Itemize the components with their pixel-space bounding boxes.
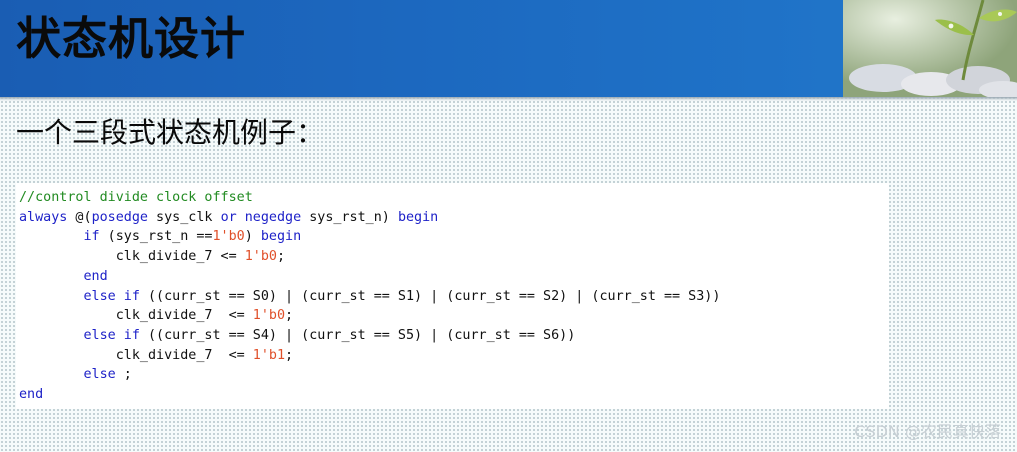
code-text: ; (285, 308, 294, 324)
header-bar: 状态机设计 (0, 0, 1017, 97)
header-divider (0, 97, 1017, 101)
code-block: //control divide clock offset always @(p… (16, 183, 889, 409)
code-keyword: if (83, 229, 100, 245)
verilog-code: //control divide clock offset always @(p… (19, 188, 720, 405)
header-photo (843, 0, 1017, 97)
code-line: else if ((curr_st == S0) | (curr_st == S… (19, 288, 721, 304)
code-literal: 1'b0 (252, 308, 286, 324)
code-text: ; (115, 367, 132, 383)
code-text: ; (276, 249, 286, 265)
code-text: ) (244, 229, 261, 245)
code-literal: 1'b1 (252, 347, 286, 363)
code-text: clk_divide_7 <= (19, 308, 253, 324)
subtitle-text: 一个三段式状态机例子： (16, 116, 325, 149)
code-keyword: end (19, 387, 44, 403)
slide-title: 状态机设计 (16, 12, 247, 65)
code-keyword: end (83, 268, 108, 284)
code-keyword: posedge (91, 209, 148, 225)
code-line: end (19, 387, 43, 402)
code-line: else ; (19, 367, 132, 382)
code-keyword: else if (83, 327, 140, 343)
code-literal: 1'b0 (244, 249, 277, 265)
code-keyword: begin (260, 229, 302, 245)
code-text: ; (285, 347, 294, 363)
code-line: else if ((curr_st == S4) | (curr_st == S… (19, 327, 576, 343)
code-keyword: always (19, 209, 68, 225)
code-keyword: begin (397, 209, 439, 225)
code-line: clk_divide_7 <= 1'b1; (19, 348, 293, 363)
code-line: clk_divide_7 <= 1'b0; (19, 249, 285, 264)
code-keyword: or (220, 209, 237, 225)
code-comment: //control divide clock offset (19, 190, 253, 205)
code-keyword: negedge (244, 209, 302, 225)
code-text: clk_divide_7 <= (19, 249, 245, 265)
code-text: (sys_rst_n == (99, 229, 213, 245)
code-line: always @(posedge sys_clk or negedge sys_… (19, 210, 438, 225)
code-literal: 1'b0 (212, 229, 245, 245)
code-keyword: else (83, 367, 116, 383)
code-text: sys_clk (148, 209, 221, 225)
code-text: ((curr_st == S4) | (curr_st == S5) | (cu… (139, 327, 576, 343)
code-text: ((curr_st == S0) | (curr_st == S1) | (cu… (139, 288, 721, 304)
code-line: //control divide clock offset (19, 190, 253, 205)
code-line: clk_divide_7 <= 1'b0; (19, 308, 293, 323)
code-line: end (19, 269, 108, 284)
code-text: @( (67, 209, 92, 225)
code-keyword: else if (83, 288, 140, 304)
code-line: if (sys_rst_n ==1'b0) begin (19, 229, 302, 245)
code-text: sys_rst_n) (301, 209, 398, 225)
plant-photo-image (843, 0, 1017, 97)
watermark-text: CSDN @农民真快落 (854, 422, 1001, 441)
code-text: clk_divide_7 <= (19, 347, 253, 363)
